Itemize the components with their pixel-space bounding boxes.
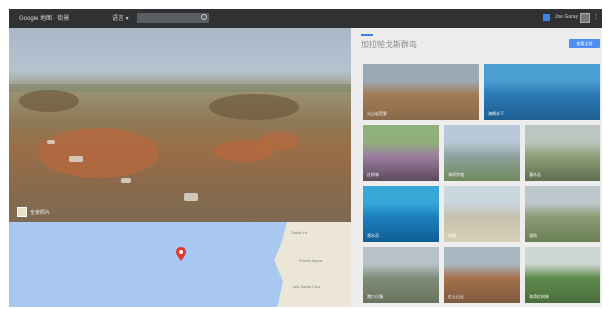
app-logo[interactable]: Google 地图 · 街景 [19, 13, 69, 22]
photo-thumbnail[interactable]: 火山岩荒野 [363, 64, 479, 120]
photo-thumbnail[interactable]: 红土山丘 [444, 247, 520, 303]
photo-thumbnail[interactable]: 湿地 [525, 186, 600, 242]
avatar[interactable] [580, 13, 590, 23]
panorama-label: 全景照片 [30, 210, 51, 216]
photo-thumbnail[interactable]: 海湾红树林 [525, 247, 600, 303]
map-place-label: Isla Santa Cruz [293, 284, 321, 289]
rock [47, 140, 55, 144]
photo-caption: 灌木丛 [529, 172, 541, 177]
photo-thumbnail[interactable]: 灌木丛 [525, 125, 600, 181]
tab-indicator [361, 34, 373, 36]
photo-caption: 海岸步道 [448, 172, 464, 177]
photo-thumbnail[interactable]: 潜水员 [363, 186, 439, 242]
map-place-label: Santa Fe [291, 230, 308, 235]
language-selector[interactable]: 语言 ▾ [112, 13, 129, 22]
top-bar: Google 地图 · 街景 语言 ▾ Joe Garay ⋮ [9, 9, 602, 28]
photo-thumbnail[interactable]: 红树林 [363, 125, 439, 181]
photo-caption: 潜水员 [367, 233, 379, 238]
photo-caption: 红土山丘 [448, 294, 464, 299]
photo-caption: 火山岩荒野 [367, 111, 387, 116]
location-pin-icon[interactable] [176, 247, 186, 261]
island-land [274, 222, 351, 307]
view-all-button[interactable]: 查看全部 [569, 39, 600, 48]
photo-caption: 海狮水下 [488, 111, 504, 116]
mini-map[interactable]: Santa Fe Puerto Ayora Isla Santa Cruz [9, 222, 351, 307]
shrub [19, 90, 79, 112]
red-soil [259, 132, 299, 150]
shrub [209, 94, 299, 120]
photo-thumbnail[interactable]: 港口小镇 [363, 247, 439, 303]
rock [69, 156, 83, 162]
photo-thumbnail[interactable]: 海滩 [444, 186, 520, 242]
photo-caption: 湿地 [529, 233, 537, 238]
menu-icon[interactable]: ⋮ [593, 13, 599, 20]
photo-caption: 海滩 [448, 233, 456, 238]
photo-panel: 加拉帕戈斯群岛 查看全部 火山岩荒野 海狮水下红树林 海岸步道 灌木丛潜水员 海滩 湿地港… [351, 28, 602, 307]
photo-caption: 红树林 [367, 172, 379, 177]
red-soil [39, 128, 159, 178]
rock [121, 178, 131, 183]
map-place-label: Puerto Ayora [299, 258, 323, 263]
user-name[interactable]: Joe Garay [555, 14, 578, 20]
photo-thumbnail[interactable]: 海岸步道 [444, 125, 520, 181]
notification-icon[interactable] [543, 14, 550, 21]
street-view-window: Google 地图 · 街景 语言 ▾ Joe Garay ⋮ 全景照片 San… [9, 9, 602, 307]
panel-title: 加拉帕戈斯群岛 [361, 40, 417, 49]
photo-caption: 海湾红树林 [529, 294, 549, 299]
search-icon[interactable] [201, 14, 207, 20]
search-input[interactable] [137, 13, 209, 23]
panorama-viewer[interactable]: 全景照片 [9, 28, 351, 222]
photo-thumbnail[interactable]: 海狮水下 [484, 64, 600, 120]
photo-badge-icon[interactable] [17, 207, 27, 217]
photo-caption: 港口小镇 [367, 294, 383, 299]
rock [184, 193, 198, 201]
